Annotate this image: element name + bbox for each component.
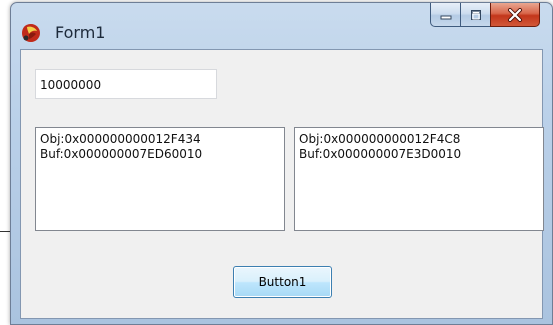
caption-buttons <box>430 3 540 29</box>
memo-left[interactable]: Obj:0x000000000012F434 Buf:0x000000007ED… <box>35 127 285 231</box>
delphi-app-icon[interactable] <box>21 23 41 43</box>
memo-left-line: Buf:0x000000007ED60010 <box>40 147 203 161</box>
form1-window: Form1 10000000 Obj:0x000000000012F434 Bu… <box>10 2 553 325</box>
title-bar[interactable]: Form1 <box>11 3 552 47</box>
memo-right-line: Buf:0x000000007E3D0010 <box>299 147 462 161</box>
window-title: Form1 <box>55 23 106 42</box>
memo-right-line: Obj:0x000000000012F4C8 <box>299 132 461 146</box>
screenshot-stage: Form1 10000000 Obj:0x000000000012F434 Bu… <box>0 0 553 325</box>
background-line <box>0 231 10 232</box>
memo-right[interactable]: Obj:0x000000000012F4C8 Buf:0x000000007E3… <box>294 127 544 231</box>
memo-left-line: Obj:0x000000000012F434 <box>40 132 201 146</box>
close-button[interactable] <box>490 3 540 27</box>
edit-field[interactable]: 10000000 <box>35 69 217 99</box>
maximize-icon <box>470 9 481 20</box>
button1[interactable]: Button1 <box>233 266 332 298</box>
maximize-button[interactable] <box>460 3 490 27</box>
close-icon <box>508 7 522 22</box>
form-client-area: 10000000 Obj:0x000000000012F434 Buf:0x00… <box>20 49 544 319</box>
minimize-icon <box>440 15 451 19</box>
minimize-button[interactable] <box>430 3 460 27</box>
